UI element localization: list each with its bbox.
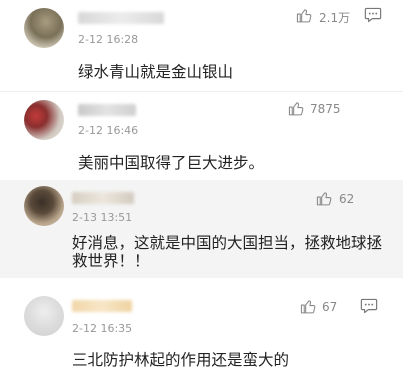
like-count: 67 (322, 300, 338, 314)
comment-item-highlighted: 2-13 13:51 62 好消息，这就是中国的大国担当，拯救地球拯 救世界！！ (0, 180, 403, 278)
comment-time: 2-13 13:51 (72, 211, 133, 224)
comment-bubble-icon[interactable] (360, 298, 378, 314)
thumbs-up-icon[interactable] (296, 7, 313, 24)
comment-item: 2-12 16:35 67 三北防护林起的作用还是蛮大的 (0, 288, 403, 381)
comment-text: 绿水青山就是金山银山 (78, 63, 234, 81)
avatar[interactable] (24, 296, 64, 336)
thumbs-up-icon[interactable] (300, 298, 317, 315)
username-blurred[interactable] (78, 104, 136, 116)
comment-item: 2-12 16:46 7875 美丽中国取得了巨大进步。 (0, 92, 403, 180)
avatar[interactable] (24, 100, 64, 140)
comment-text: 三北防护林起的作用还是蛮大的 (72, 351, 290, 369)
avatar[interactable] (24, 8, 64, 48)
comment-time: 2-12 16:35 (72, 322, 133, 335)
avatar[interactable] (24, 186, 64, 226)
comment-text: 美丽中国取得了巨大进步。 (78, 154, 265, 172)
comment-time: 2-12 16:46 (78, 124, 139, 137)
username-blurred[interactable] (78, 12, 164, 24)
username-blurred[interactable] (72, 192, 134, 204)
comment-time: 2-12 16:28 (78, 33, 139, 46)
like-count: 62 (339, 192, 355, 206)
thumbs-up-icon[interactable] (288, 100, 305, 117)
like-count: 2.1万 (319, 11, 351, 25)
thumbs-up-icon[interactable] (316, 190, 333, 207)
username-blurred[interactable] (72, 300, 132, 312)
comment-bubble-icon[interactable] (364, 7, 382, 23)
comment-text-line-2: 救世界！！ (72, 252, 150, 270)
like-count: 7875 (310, 102, 341, 116)
comment-item: 2-12 16:28 2.1万 绿水青山就是金山银山 (0, 0, 403, 92)
